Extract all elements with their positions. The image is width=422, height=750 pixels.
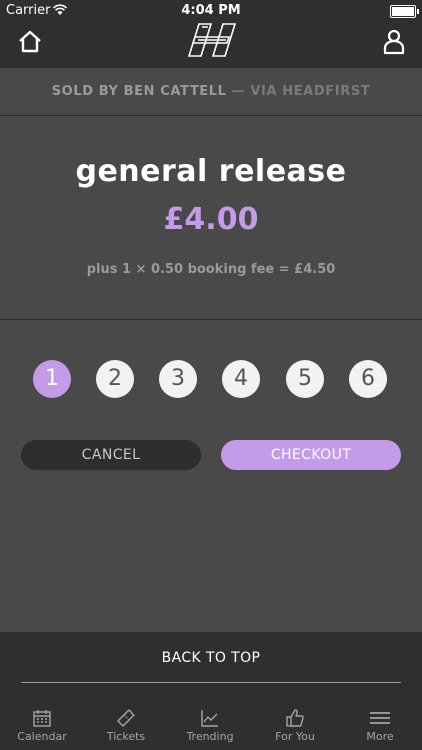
navigation-bar xyxy=(0,22,422,68)
tab-tickets[interactable]: Tickets xyxy=(84,702,168,750)
battery-icon xyxy=(390,5,419,18)
tab-label: Calendar xyxy=(17,730,67,743)
ticket-icon xyxy=(117,709,135,727)
tab-label: For You xyxy=(275,730,315,743)
home-icon[interactable] xyxy=(16,28,44,56)
tab-calendar[interactable]: Calendar xyxy=(0,702,84,750)
headfirst-logo[interactable] xyxy=(187,22,237,58)
tab-trending[interactable]: Trending xyxy=(168,702,252,750)
quantity-option-5[interactable]: 5 xyxy=(286,360,324,398)
back-to-top-button[interactable]: BACK TO TOP xyxy=(0,650,422,666)
status-bar: Carrier 4:04 PM xyxy=(0,0,422,22)
tab-more[interactable]: More xyxy=(338,702,422,750)
ticket-details: general release £4.00 plus 1 × 0.50 book… xyxy=(0,116,422,320)
quantity-selector: 1 2 3 4 5 6 xyxy=(0,360,422,400)
trending-icon xyxy=(201,710,218,727)
cancel-button[interactable]: CANCEL xyxy=(21,440,201,470)
quantity-option-1[interactable]: 1 xyxy=(33,360,71,398)
menu-icon xyxy=(370,712,390,724)
quantity-option-6[interactable]: 6 xyxy=(349,360,387,398)
quantity-option-3[interactable]: 3 xyxy=(159,360,197,398)
ticket-price: £4.00 xyxy=(163,202,259,237)
tab-label: Tickets xyxy=(106,730,146,743)
tab-label: More xyxy=(366,730,394,743)
ticket-title: general release xyxy=(75,154,347,189)
clock: 4:04 PM xyxy=(181,3,241,18)
tab-label: Trending xyxy=(186,730,234,743)
divider xyxy=(21,682,401,683)
footer: BACK TO TOP Calendar Tickets Trending Fo… xyxy=(0,632,422,750)
checkout-button[interactable]: CHECKOUT xyxy=(221,440,401,470)
tab-bar: Calendar Tickets Trending For You More xyxy=(0,702,422,750)
seller-info: SOLD BY BEN CATTELL — VIA HEADFIRST xyxy=(0,68,422,116)
quantity-option-4[interactable]: 4 xyxy=(222,360,260,398)
seller-via: — VIA HEADFIRST xyxy=(226,84,371,99)
booking-fee-text: plus 1 × 0.50 booking fee = £4.50 xyxy=(86,262,336,277)
seller-name: SOLD BY BEN CATTELL xyxy=(51,84,227,99)
quantity-option-2[interactable]: 2 xyxy=(96,360,134,398)
calendar-icon xyxy=(33,710,51,727)
profile-icon[interactable] xyxy=(382,28,406,56)
thumbs-up-icon xyxy=(286,709,304,727)
tab-for-you[interactable]: For You xyxy=(253,702,337,750)
